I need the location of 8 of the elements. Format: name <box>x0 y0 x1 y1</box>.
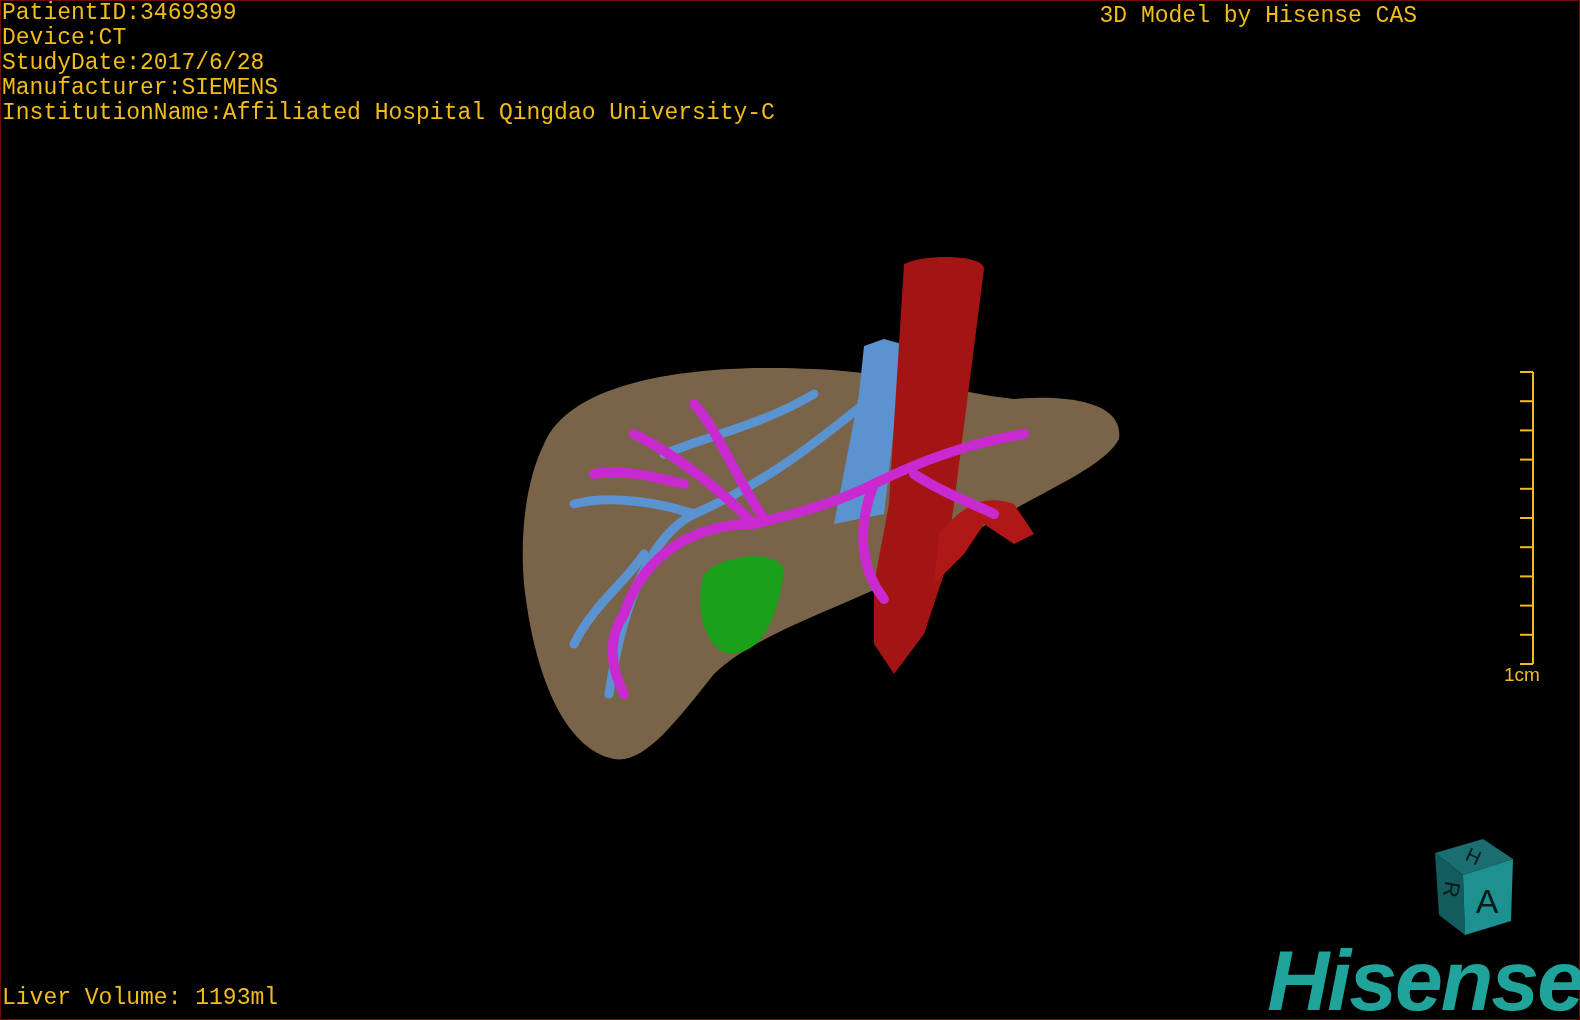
study-info-text: PatientID:3469399 <box>2 1 238 26</box>
study-info-text: Manufacturer:SIEMENS <box>2 76 280 101</box>
viewer-title: 3D Model by Hisense CAS <box>1099 2 1417 31</box>
study-info-text: StudyDate:2017/6/28 <box>2 51 266 76</box>
study-info-text: InstitutionName:Affiliated Hospital Qingdao University-C <box>2 101 775 126</box>
liver-volume-text: Liver Volume: 1193ml <box>1 986 279 1013</box>
study-info-text: Device:CT <box>2 26 128 51</box>
scale-label: 1cm <box>1504 665 1540 685</box>
